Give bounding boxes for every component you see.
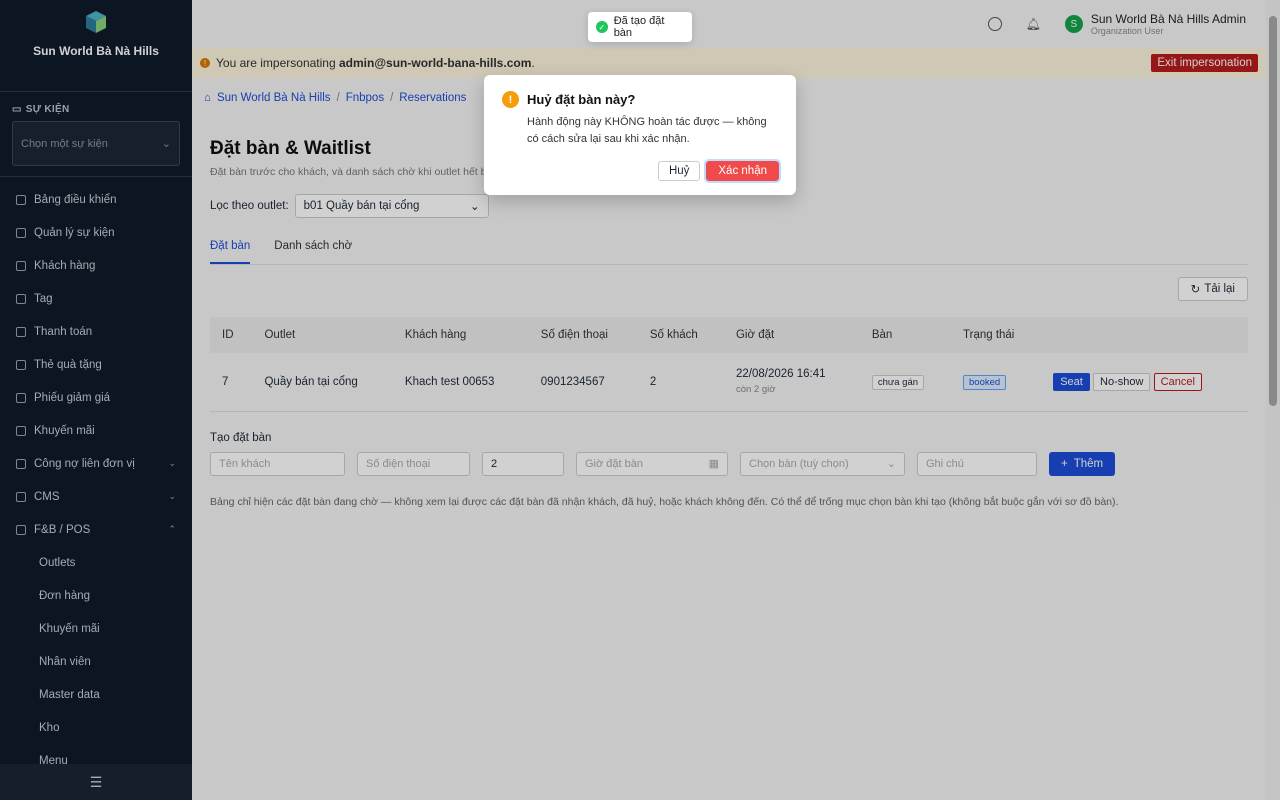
- confirm-dialog: ! Huỷ đặt bàn này? Hành động này KHÔNG h…: [484, 75, 796, 195]
- dialog-confirm-button[interactable]: Xác nhận: [704, 159, 781, 183]
- dialog-header: ! Huỷ đặt bàn này?: [502, 91, 778, 108]
- dialog-body: Hành động này KHÔNG hoàn tác được — khôn…: [527, 116, 767, 145]
- dialog-actions: Huỷ Xác nhận: [657, 159, 781, 183]
- warning-icon: !: [502, 91, 519, 108]
- check-icon: ✓: [596, 21, 608, 33]
- toast-text: Đã tạo đặt bàn: [613, 15, 665, 39]
- dialog-title: Huỷ đặt bàn này?: [527, 92, 636, 107]
- dialog-cancel-button[interactable]: Huỷ: [657, 161, 701, 181]
- toast: ✓ Đã tạo đặt bàn: [588, 12, 692, 42]
